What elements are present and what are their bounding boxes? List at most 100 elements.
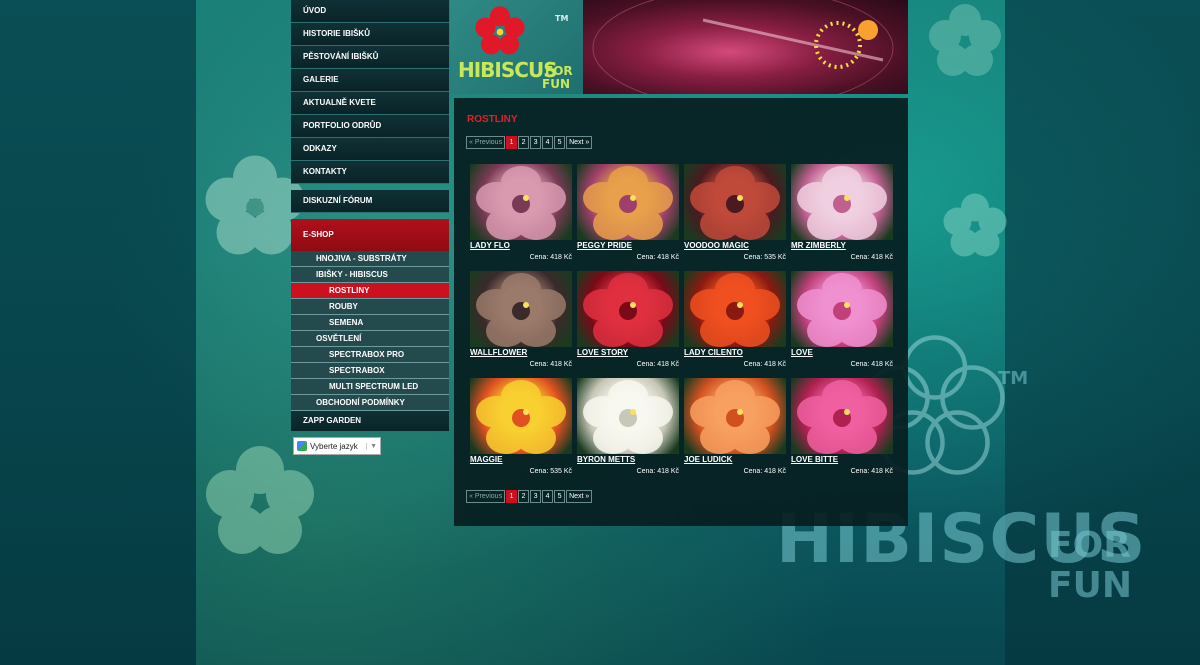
nav-item[interactable]: PORTFOLIO ODRŮD [291,115,449,138]
logo-word-fun: FUN [542,77,570,91]
product-price: Cena: 418 Kč [636,254,679,261]
pager-next[interactable]: Next » [566,136,593,149]
product-card[interactable]: LOVE BITTE Cena: 418 Kč [791,378,893,478]
product-image[interactable] [684,164,786,240]
pager-previous[interactable]: « Previous [466,136,506,149]
product-card[interactable]: MAGGIE Cena: 535 Kč [470,378,572,478]
product-image[interactable] [470,378,572,454]
language-select[interactable]: Vyberte jazyk ▼ [293,437,381,455]
hibiscus-decoration-icon [206,446,314,554]
product-price: Cena: 535 Kč [743,254,786,261]
product-image[interactable] [470,271,572,347]
hibiscus-flower-icon [583,380,673,454]
hibiscus-flower-icon [476,380,566,454]
hibiscus-flower-icon [797,166,887,240]
content-panel: ROSTLINY « Previous 1 2 3 4 5 Next » LADY FLO C… [454,98,908,526]
sidebar-subitem[interactable]: MULTI SPECTRUM LED [291,379,449,395]
product-card[interactable]: LOVE Cena: 418 Kč [791,271,893,371]
nav-item-eshop[interactable]: E-SHOP [291,219,449,251]
product-price: Cena: 418 Kč [850,468,893,475]
site-logo[interactable]: TM HIBISCUS FOR FUN [450,0,583,94]
product-name-link[interactable]: MR ZIMBERLY [791,241,846,250]
product-card[interactable]: BYRON METTS Cena: 418 Kč [577,378,679,478]
product-price: Cena: 418 Kč [529,254,572,261]
product-card[interactable]: VOODOO MAGIC Cena: 535 Kč [684,164,786,264]
product-card[interactable]: LADY CILENTO Cena: 418 Kč [684,271,786,371]
nav-item[interactable]: PĚSTOVÁNÍ IBIŠKŮ [291,46,449,69]
product-name-link[interactable]: VOODOO MAGIC [684,241,749,250]
pager-page[interactable]: 5 [554,490,566,503]
product-name-link[interactable]: JOE LUDICK [684,455,732,464]
hibiscus-logo-icon [475,6,525,55]
product-card[interactable]: PEGGY PRIDE Cena: 418 Kč [577,164,679,264]
product-name-link[interactable]: BYRON METTS [577,455,635,464]
sidebar-subitem[interactable]: OSVĚTLENÍ [291,331,449,347]
sidebar-subitem[interactable]: ROUBY [291,299,449,315]
sidebar-subitem[interactable]: IBIŠKY - HIBISCUS [291,267,449,283]
pager-page[interactable]: 4 [542,490,554,503]
product-image[interactable] [791,164,893,240]
sidebar-subitem[interactable]: HNOJIVA - SUBSTRÁTY [291,251,449,267]
sidebar-subitem[interactable]: OBCHODNÍ PODMÍNKY [291,395,449,411]
product-card[interactable]: LADY FLO Cena: 418 Kč [470,164,572,264]
product-price: Cena: 418 Kč [743,361,786,368]
sidebar-item-active[interactable]: ROSTLINY [291,283,449,299]
pager-page[interactable]: 2 [518,490,530,503]
pager-next[interactable]: Next » [566,490,593,503]
pager-page[interactable]: 3 [530,136,542,149]
product-image[interactable] [577,378,679,454]
product-card[interactable]: WALLFLOWER Cena: 418 Kč [470,271,572,371]
product-image[interactable] [684,271,786,347]
product-name-link[interactable]: LOVE [791,348,813,357]
pager-previous[interactable]: « Previous [466,490,506,503]
hibiscus-flower-icon [797,273,887,347]
language-select-label: Vyberte jazyk [310,441,358,451]
hibiscus-flower-icon [476,273,566,347]
hibiscus-flower-icon [690,380,780,454]
nav-item[interactable]: HISTORIE IBIŠKŮ [291,23,449,46]
product-name-link[interactable]: PEGGY PRIDE [577,241,632,250]
pager-page[interactable]: 2 [518,136,530,149]
sidebar-subitem[interactable]: SEMENA [291,315,449,331]
pagination-top: « Previous 1 2 3 4 5 Next » [466,136,593,149]
product-name-link[interactable]: LADY CILENTO [684,348,743,357]
nav-item-zapp-garden[interactable]: ZAPP GARDEN [291,411,449,432]
google-translate-icon [297,441,307,451]
product-name-link[interactable]: MAGGIE [470,455,502,464]
nav-item-forum[interactable]: DISKUZNÍ FÓRUM [291,190,449,213]
nav-item[interactable]: GALERIE [291,69,449,92]
product-image[interactable] [470,164,572,240]
product-card[interactable]: LOVE STORY Cena: 418 Kč [577,271,679,371]
pager-page[interactable]: 1 [506,490,518,503]
product-card[interactable]: MR ZIMBERLY Cena: 418 Kč [791,164,893,264]
product-image[interactable] [577,164,679,240]
nav-item[interactable]: AKTUALNĚ KVETE [291,92,449,115]
product-price: Cena: 418 Kč [850,361,893,368]
pager-page[interactable]: 1 [506,136,518,149]
product-name-link[interactable]: LOVE STORY [577,348,628,357]
product-image[interactable] [684,378,786,454]
nav-item[interactable]: ODKAZY [291,138,449,161]
pager-page[interactable]: 3 [530,490,542,503]
pager-page[interactable]: 5 [554,136,566,149]
hibiscus-banner-icon [592,0,894,94]
watermark-fun: FUN [1048,565,1132,606]
hibiscus-flower-icon [583,166,673,240]
pager-page[interactable]: 4 [542,136,554,149]
pagination-bottom: « Previous 1 2 3 4 5 Next » [466,490,593,503]
sidebar-subitem[interactable]: SPECTRABOX [291,363,449,379]
product-name-link[interactable]: WALLFLOWER [470,348,527,357]
product-card[interactable]: JOE LUDICK Cena: 418 Kč [684,378,786,478]
hibiscus-flower-icon [476,166,566,240]
product-image[interactable] [791,378,893,454]
product-name-link[interactable]: LADY FLO [470,241,510,250]
sidebar-subitem[interactable]: SPECTRABOX PRO [291,347,449,363]
hibiscus-flower-icon [797,380,887,454]
product-image[interactable] [791,271,893,347]
product-name-link[interactable]: LOVE BITTE [791,455,838,464]
nav-item[interactable]: KONTAKTY [291,161,449,184]
product-image[interactable] [577,271,679,347]
main-nav: ÚVOD HISTORIE IBIŠKŮ PĚSTOVÁNÍ IBIŠKŮ GALER… [291,0,449,432]
hibiscus-flower-icon [690,166,780,240]
nav-item[interactable]: ÚVOD [291,0,449,23]
